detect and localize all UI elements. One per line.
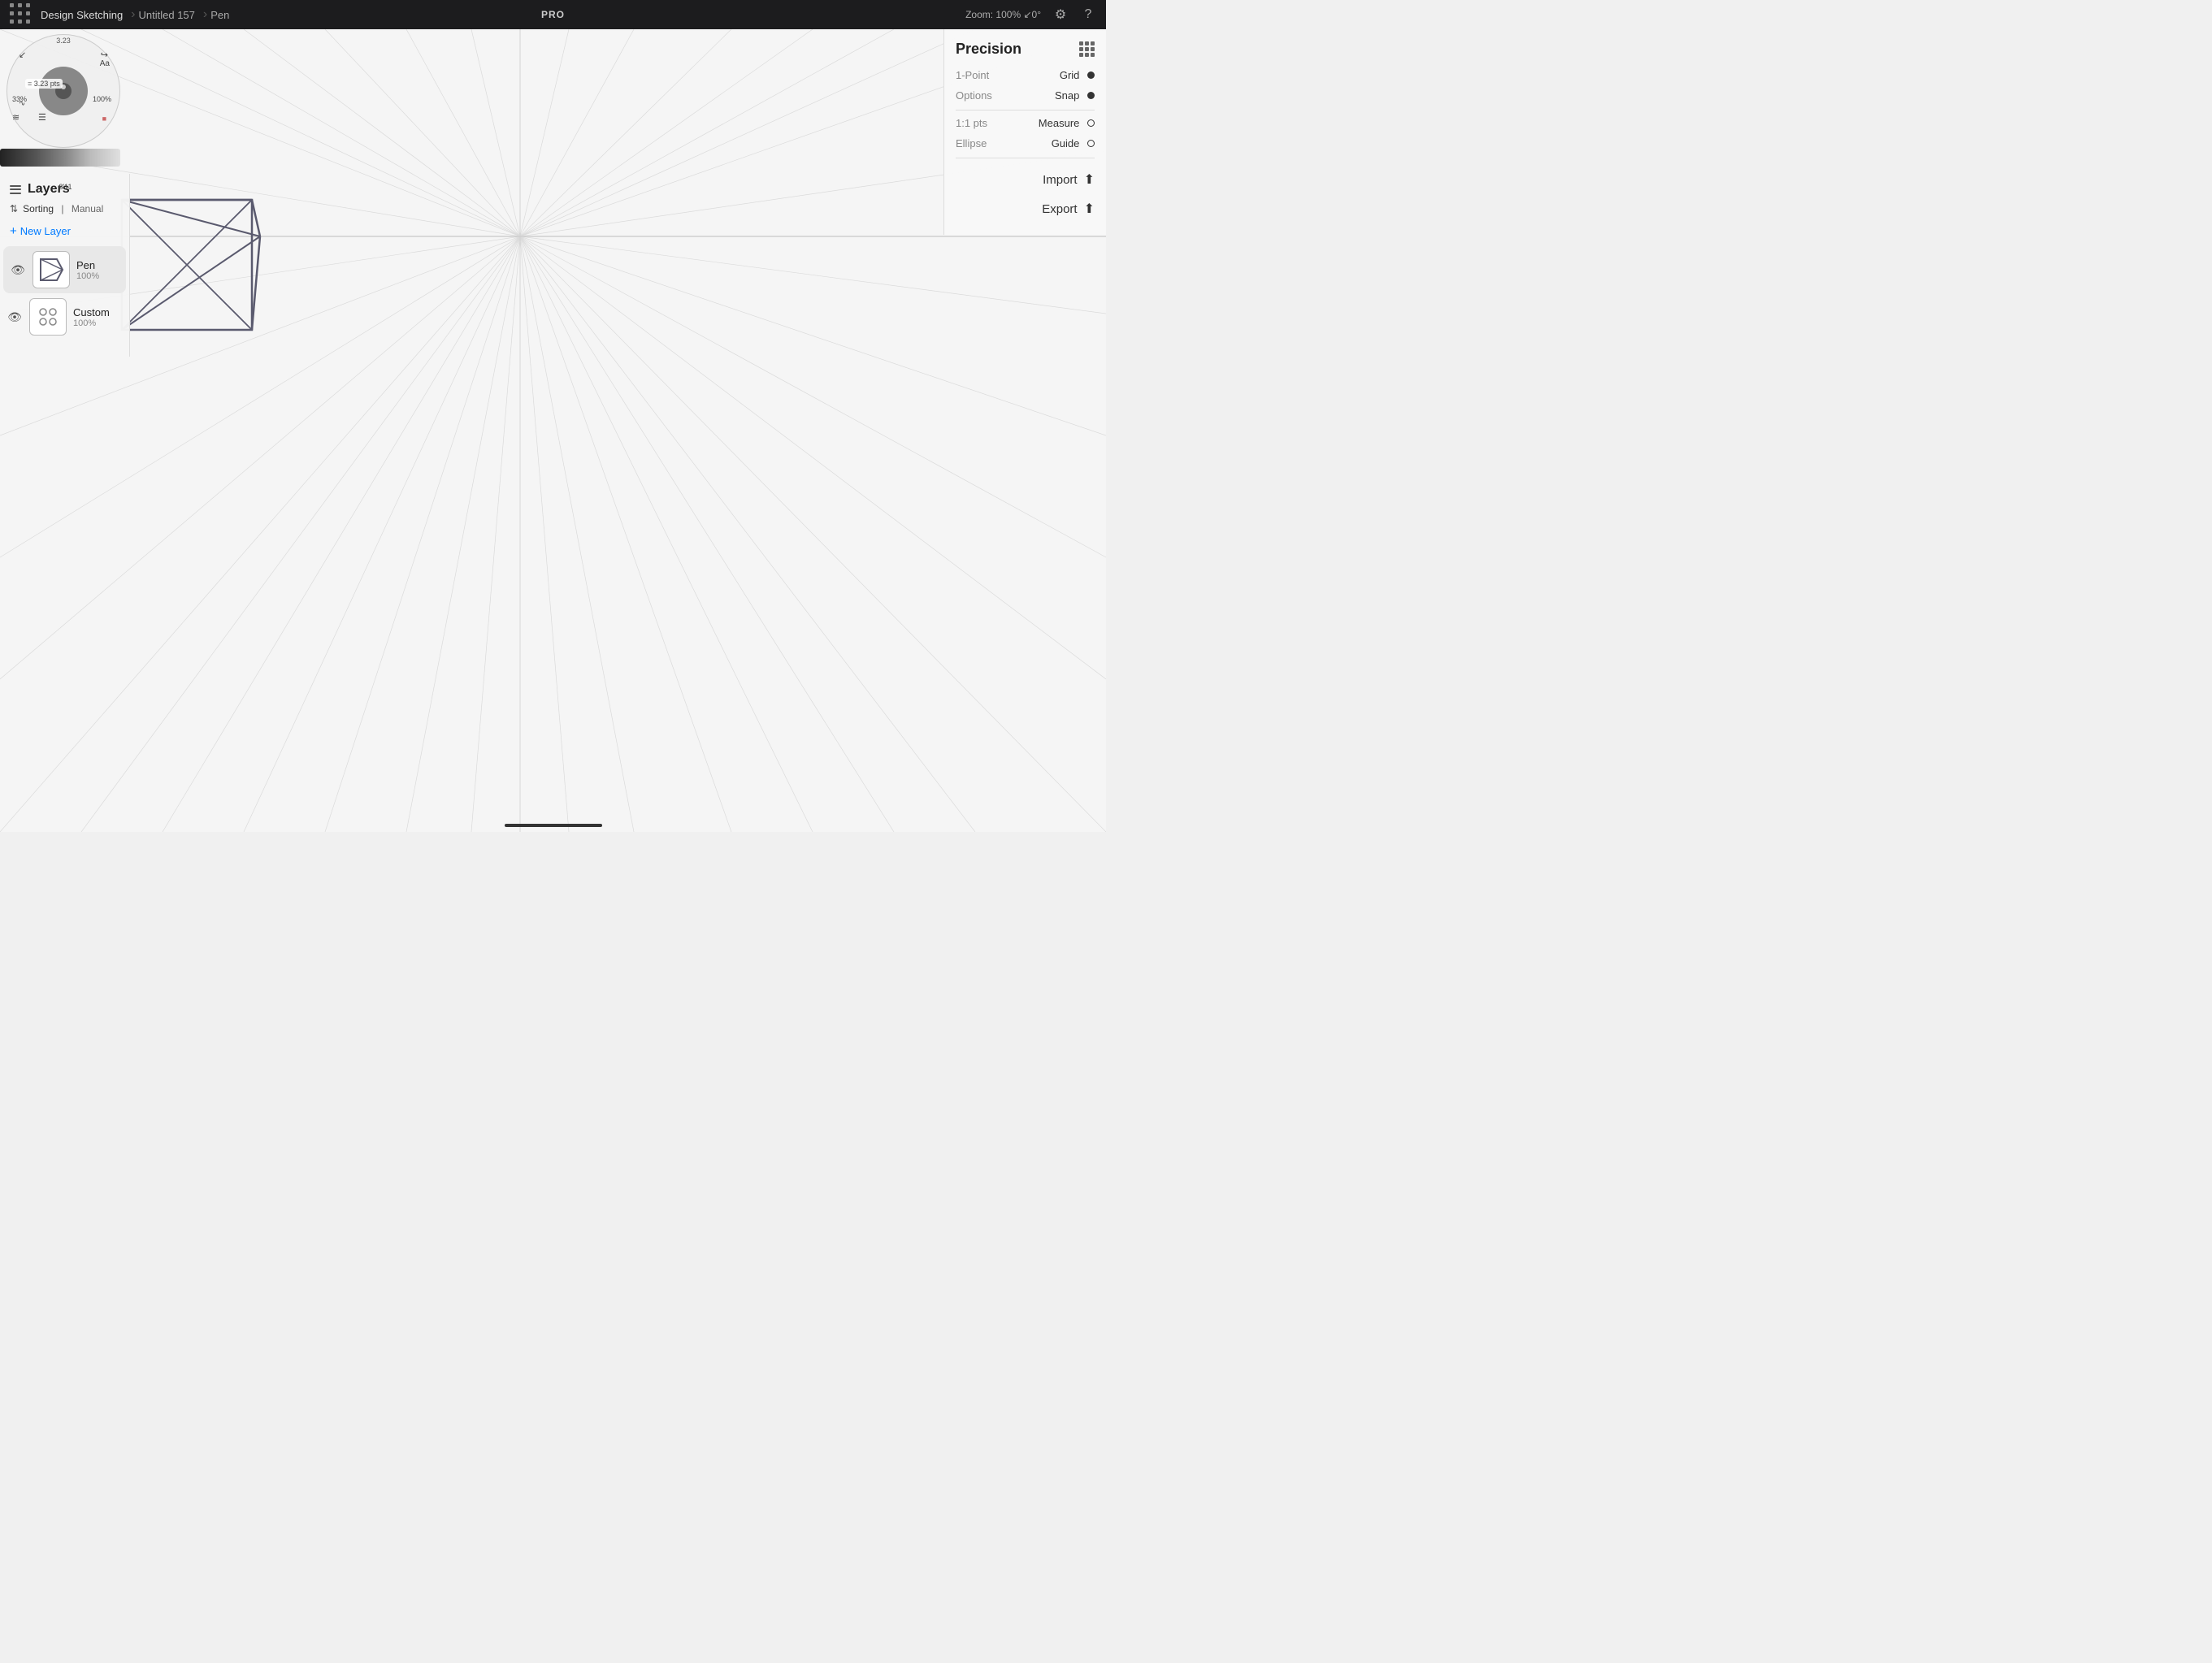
layer-thumb-custom bbox=[29, 298, 67, 336]
app-grid-icon[interactable] bbox=[10, 3, 33, 26]
layer-name-custom: Custom bbox=[73, 306, 110, 318]
new-layer-button[interactable]: + New Layer bbox=[0, 221, 129, 246]
new-layer-plus-icon: + bbox=[10, 224, 17, 238]
layer-thumb-pen bbox=[33, 251, 70, 288]
header: Design Sketching › Untitled 157 › Pen PR… bbox=[0, 0, 1106, 29]
header-right-controls: Zoom: 100% ↙0° ⚙ ? bbox=[965, 6, 1096, 23]
sort-icon[interactable]: ⇅ bbox=[10, 203, 18, 214]
doc-name[interactable]: Untitled 157 bbox=[139, 9, 195, 21]
precision-header: Precision bbox=[956, 41, 1095, 58]
help-button[interactable]: ? bbox=[1080, 6, 1096, 23]
export-label: Export bbox=[1042, 202, 1077, 216]
tool-wheel-inner[interactable] bbox=[39, 67, 88, 115]
layer-info-custom: Custom 100% bbox=[73, 306, 110, 328]
home-indicator bbox=[505, 824, 602, 827]
pro-badge: PRO bbox=[541, 9, 565, 20]
p-label-2: 1:1 pts bbox=[956, 117, 987, 129]
precision-title: Precision bbox=[956, 41, 1021, 58]
pts-label: = 3.23 pts bbox=[25, 79, 63, 89]
wheel-top-value: 3.23 bbox=[56, 37, 71, 45]
precision-grid-icon[interactable] bbox=[1079, 41, 1095, 57]
p-value-1[interactable]: Snap bbox=[1055, 89, 1095, 102]
export-icon: ⬆ bbox=[1084, 201, 1095, 217]
layer-opacity-pen: 100% bbox=[76, 271, 99, 281]
sep2: › bbox=[203, 7, 207, 22]
p-label-0: 1-Point bbox=[956, 69, 989, 81]
layer-eye-pen[interactable]: 👁 bbox=[10, 263, 26, 277]
p-value-2[interactable]: Measure bbox=[1039, 117, 1095, 129]
color-swatch[interactable] bbox=[0, 149, 120, 167]
wheel-right-pct: 100% bbox=[93, 95, 111, 103]
layer-name-pen: Pen bbox=[76, 259, 99, 271]
sort-type: | bbox=[59, 203, 67, 214]
p-value-3[interactable]: Guide bbox=[1052, 137, 1095, 149]
drawing-svg bbox=[0, 29, 1106, 832]
layer-opacity-custom: 100% bbox=[73, 318, 110, 328]
precision-row-2: 1:1 pts Measure bbox=[956, 117, 1095, 129]
layer-info-pen: Pen 100% bbox=[76, 259, 99, 281]
tool-name: Pen bbox=[210, 9, 229, 21]
text-tool-icon[interactable]: Aa bbox=[100, 59, 110, 68]
layer-eye-custom[interactable]: 👁 bbox=[7, 310, 23, 324]
right-panel: Precision 1-Point Grid Options Snap 1:1 … bbox=[943, 29, 1106, 235]
canvas-area[interactable] bbox=[0, 29, 1106, 832]
precision-row-0: 1-Point Grid bbox=[956, 69, 1095, 81]
move-tool-icon[interactable]: ↙ bbox=[19, 50, 26, 60]
brush-tool-icon[interactable]: ∿ bbox=[19, 99, 25, 108]
import-icon: ⬆ bbox=[1084, 171, 1095, 188]
app-name: Design Sketching bbox=[41, 9, 123, 21]
wheel-bottom-label: 8'11 bbox=[59, 183, 72, 191]
sorting-row: ⇅ Sorting | Manual bbox=[0, 201, 129, 221]
settings-button[interactable]: ⚙ bbox=[1052, 6, 1069, 23]
tool-wheel-circle[interactable]: 3.23 = 3.23 pts 33% 100% ↙ ↪ Aa ≋ ∿ ☰ ■ bbox=[7, 34, 120, 148]
precision-row-1: Options Snap bbox=[956, 89, 1095, 102]
zoom-label: Zoom: 100% ↙0° bbox=[965, 9, 1041, 20]
export-button[interactable]: Export ⬆ bbox=[956, 194, 1095, 223]
tool-wheel[interactable]: 3.23 = 3.23 pts 33% 100% ↙ ↪ Aa ≋ ∿ ☰ ■ … bbox=[7, 34, 124, 193]
layer-item-custom[interactable]: 👁 Custom 100% bbox=[0, 293, 129, 340]
sort-type-value: Manual bbox=[72, 203, 103, 214]
import-button[interactable]: Import ⬆ bbox=[956, 165, 1095, 194]
import-label: Import bbox=[1043, 173, 1078, 187]
color-swatch-icon[interactable]: ■ bbox=[102, 115, 106, 123]
sort-label: Sorting bbox=[23, 203, 54, 214]
bottom-left-icon[interactable]: ☰ bbox=[38, 112, 46, 123]
layer-item-pen[interactable]: 👁 Pen 100% bbox=[3, 246, 126, 293]
new-layer-label: New Layer bbox=[20, 225, 71, 237]
sep1: › bbox=[131, 7, 135, 22]
sidebar: Layers ⇅ Sorting | Manual + New Layer 👁 … bbox=[0, 174, 130, 357]
left-tool-icon[interactable]: ≋ bbox=[12, 112, 20, 123]
p-value-0[interactable]: Grid bbox=[1060, 69, 1095, 81]
p-label-3: Ellipse bbox=[956, 137, 987, 149]
p-label-1: Options bbox=[956, 89, 992, 102]
precision-row-3: Ellipse Guide bbox=[956, 137, 1095, 149]
